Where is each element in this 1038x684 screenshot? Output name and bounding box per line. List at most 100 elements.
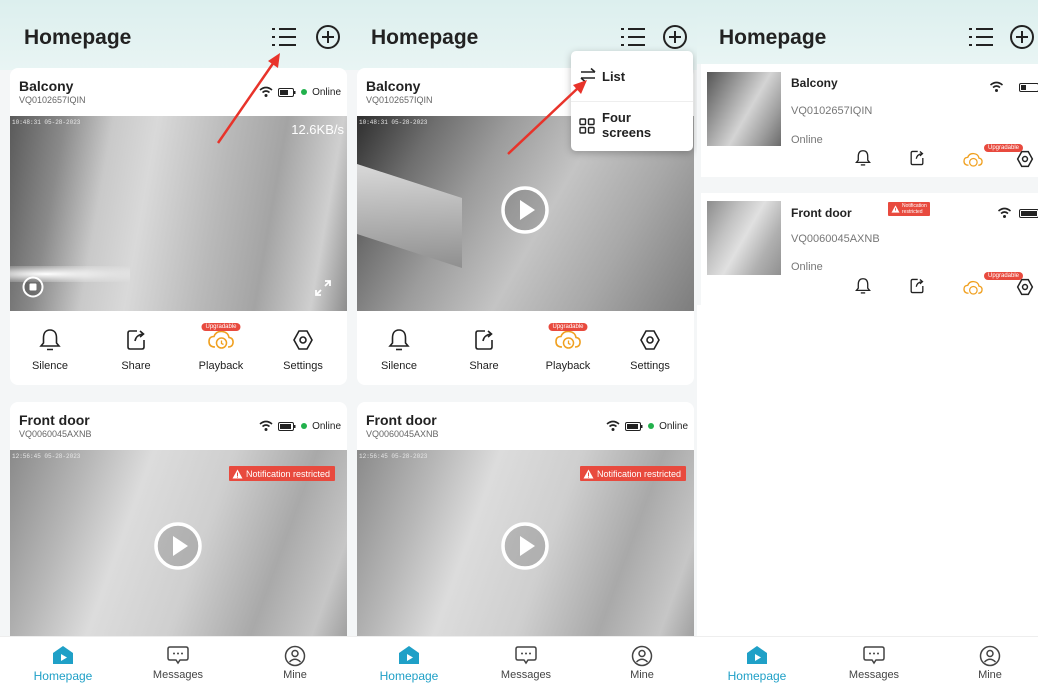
- notification-restricted-text: Notification restricted: [245, 468, 330, 479]
- notification-restricted-badge: Notification restricted: [228, 466, 335, 481]
- add-circle-icon[interactable]: [315, 24, 341, 50]
- camera-feed[interactable]: 10:48:31 05-28-2023 12.6KB/s: [10, 116, 347, 311]
- cloud-playback-icon: [555, 330, 581, 349]
- play-icon[interactable]: [501, 186, 549, 234]
- status-text: Online: [312, 86, 341, 98]
- share-icon[interactable]: [909, 149, 925, 167]
- device-name: Front door: [19, 412, 90, 428]
- camera-feed[interactable]: 12:56:45 05-28-2023 Notification restric…: [357, 450, 694, 652]
- tab-mine[interactable]: Mine: [945, 637, 1035, 684]
- tab-homepage[interactable]: Homepage: [364, 637, 454, 684]
- bell-icon[interactable]: [855, 149, 871, 167]
- play-icon[interactable]: [501, 522, 549, 570]
- silence-button[interactable]: Silence: [15, 316, 85, 383]
- settings-label: Settings: [630, 360, 670, 372]
- notification-line2: restricted: [902, 209, 923, 215]
- device-thumbnail[interactable]: [707, 201, 781, 275]
- online-dot: [301, 89, 308, 95]
- camera-feed[interactable]: 12:56:45 05-28-2023 Notification restric…: [10, 450, 347, 652]
- share-icon[interactable]: [909, 277, 925, 295]
- warning-icon: [232, 469, 243, 478]
- home-icon: [53, 646, 73, 664]
- bell-icon: [39, 329, 61, 351]
- device-card-front-door[interactable]: Front door VQ0060045AXNB Online 12:56:45…: [357, 402, 694, 652]
- mine-icon: [631, 645, 653, 667]
- warning-icon: [583, 469, 594, 478]
- tab-homepage[interactable]: Homepage: [18, 637, 108, 684]
- settings-button[interactable]: Settings: [268, 316, 338, 383]
- device-status: Online: [259, 85, 341, 99]
- notification-restricted-badge: Notification restricted: [579, 466, 686, 481]
- message-icon: [515, 646, 537, 665]
- online-dot: [648, 423, 655, 429]
- page-title: Homepage: [719, 26, 827, 49]
- silence-label: Silence: [31, 360, 69, 372]
- device-id: VQ0102657IQIN: [19, 95, 86, 105]
- device-name: Balcony: [791, 76, 838, 90]
- share-button[interactable]: Share: [449, 316, 519, 383]
- quick-actions: Silence Share Upgradable Playback Settin…: [10, 316, 347, 383]
- wifi-icon: [997, 207, 1012, 218]
- list-view-icon[interactable]: [619, 24, 647, 50]
- cloud-playback-icon[interactable]: [962, 151, 984, 169]
- settings-hex-icon[interactable]: [1016, 277, 1034, 297]
- tab-mine[interactable]: Mine: [250, 637, 340, 684]
- cloud-playback-icon: [208, 330, 234, 349]
- playback-label: Playback: [545, 360, 591, 372]
- tab-messages[interactable]: Messages: [829, 637, 919, 684]
- feed-timestamp: 12:56:45 05-28-2023: [359, 453, 428, 460]
- tab-label: Homepage: [33, 669, 93, 683]
- wifi-icon: [989, 81, 1004, 92]
- notification-text: Notification restricted: [902, 203, 927, 215]
- swap-icon: [580, 67, 596, 83]
- settings-hex-icon[interactable]: [1016, 149, 1034, 169]
- menu-item-four-screens[interactable]: Four screens: [571, 103, 693, 151]
- message-icon: [167, 646, 189, 665]
- header: Homepage: [0, 0, 352, 70]
- upgradable-badge: Upgradable: [201, 323, 241, 331]
- settings-hex-icon: [293, 330, 313, 350]
- device-name: Balcony: [366, 78, 421, 94]
- device-thumbnail[interactable]: [707, 72, 781, 146]
- settings-button[interactable]: Settings: [615, 316, 685, 383]
- cloud-playback-icon[interactable]: [962, 279, 984, 297]
- warning-icon: [891, 205, 900, 213]
- add-circle-icon[interactable]: [1009, 24, 1035, 50]
- feed-timestamp: 10:48:31 05-28-2023: [12, 119, 81, 126]
- tab-mine[interactable]: Mine: [597, 637, 687, 684]
- menu-item-list[interactable]: List: [571, 51, 693, 99]
- menu-label-line1: Four: [602, 110, 631, 125]
- device-status: Online: [606, 419, 688, 433]
- device-name: Front door: [791, 206, 852, 220]
- notification-restricted-badge: Notification restricted: [888, 202, 930, 216]
- device-id: VQ0060045AXNB: [366, 429, 439, 439]
- bottom-tab-bar: Homepage Messages Mine: [352, 636, 697, 684]
- list-row-balcony[interactable]: Balcony VQ0102657IQIN Online Upgradable: [701, 64, 1038, 177]
- playback-button[interactable]: Upgradable Playback: [186, 316, 256, 383]
- share-label: Share: [469, 360, 499, 372]
- list-view-icon[interactable]: [270, 24, 298, 50]
- tab-messages[interactable]: Messages: [133, 637, 223, 684]
- list-row-front-door[interactable]: Front door VQ0060045AXNB Online Notifica…: [701, 193, 1038, 305]
- fullscreen-icon[interactable]: [313, 278, 333, 298]
- stop-icon[interactable]: [22, 276, 44, 298]
- bell-icon: [388, 329, 410, 351]
- share-icon: [475, 330, 493, 350]
- device-name: Front door: [366, 412, 437, 428]
- screen-homepage-expanded: Homepage Balcony VQ0102657IQIN Online 10…: [0, 0, 352, 684]
- device-card-front-door[interactable]: Front door VQ0060045AXNB Online 12:56:45…: [10, 402, 347, 652]
- add-circle-icon[interactable]: [662, 24, 688, 50]
- bell-icon[interactable]: [855, 277, 871, 295]
- silence-button[interactable]: Silence: [364, 316, 434, 383]
- battery-icon: [625, 421, 643, 431]
- menu-label-line2: screens: [602, 125, 652, 140]
- tab-homepage[interactable]: Homepage: [712, 637, 802, 684]
- tab-messages[interactable]: Messages: [481, 637, 571, 684]
- device-status: Online: [259, 419, 341, 433]
- share-button[interactable]: Share: [101, 316, 171, 383]
- device-card-balcony[interactable]: Balcony VQ0102657IQIN Online 10:48:31 05…: [10, 68, 347, 385]
- list-view-icon[interactable]: [967, 24, 995, 50]
- playback-button[interactable]: Upgradable Playback: [533, 316, 603, 383]
- battery-icon: [1019, 83, 1038, 92]
- play-icon[interactable]: [154, 522, 202, 570]
